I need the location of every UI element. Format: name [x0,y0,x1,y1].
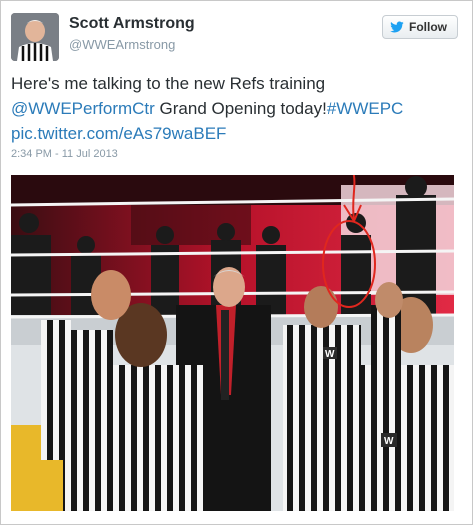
tweet-card: Scott Armstrong @WWEArmstrong Follow Her… [0,0,473,525]
tweet-text: Here's me talking to the new Refs traini… [11,71,461,146]
author-handle[interactable]: @WWEArmstrong [69,37,175,52]
follow-button[interactable]: Follow [382,15,458,39]
follow-label: Follow [409,20,447,34]
tweet-text-part: Grand Opening today! [154,99,327,118]
wwe-badge-text: W [384,436,394,447]
tweet-timestamp[interactable]: 2:34 PM - 11 Jul 2013 [11,148,118,160]
hashtag-link[interactable]: #WWEPC [327,99,404,118]
author-avatar[interactable] [11,13,59,61]
pic-link[interactable]: pic.twitter.com/eAs79waBEF [11,124,226,143]
mention-link[interactable]: @WWEPerformCtr [11,99,155,118]
tweet-text-part: Here's me talking to the new Refs traini… [11,74,326,93]
tweet-photo[interactable]: W W [11,175,454,511]
wwe-badge-text: W [325,349,335,360]
author-name[interactable]: Scott Armstrong [69,15,195,33]
twitter-bird-icon [390,21,404,33]
